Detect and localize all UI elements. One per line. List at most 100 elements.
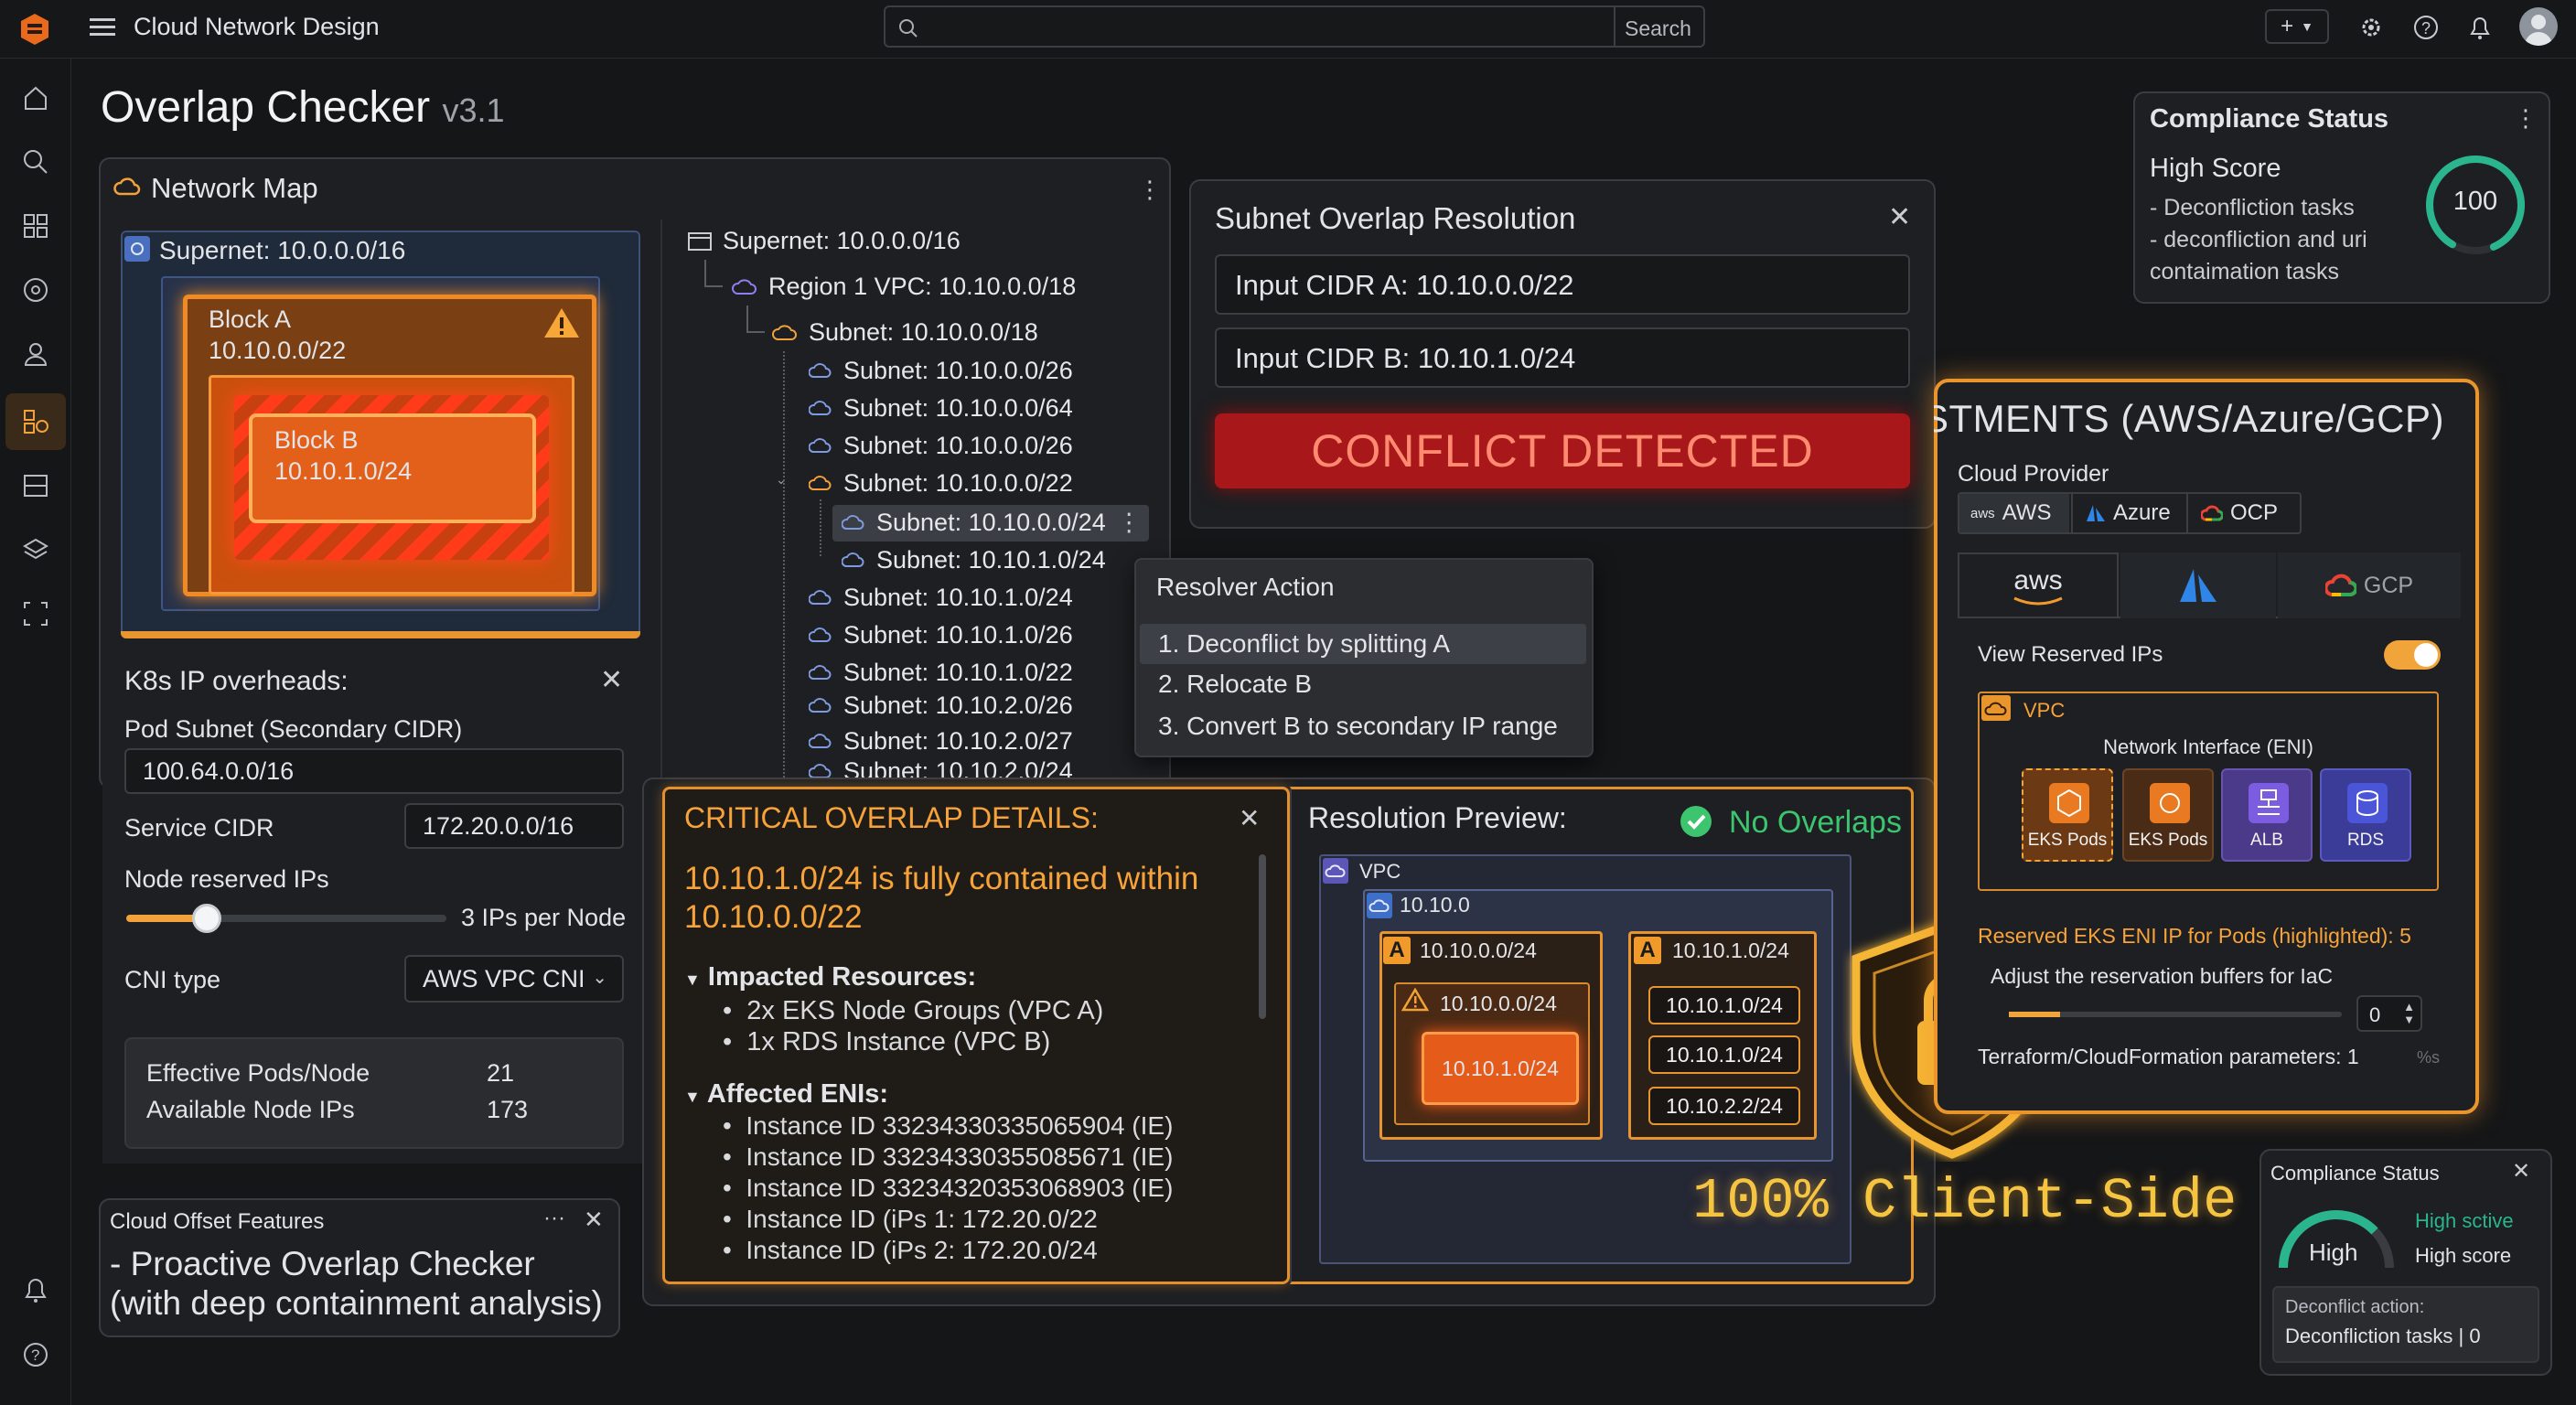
compliance-top-more-icon[interactable]: ⋮ [2514,104,2538,133]
home-icon[interactable] [20,82,51,113]
tab-azure[interactable] [2120,552,2276,618]
critical-scrollbar[interactable] [1259,854,1266,1019]
cidr-a-input[interactable]: Input CIDR A: 10.10.0.0/22 [1215,254,1910,315]
tree-item[interactable]: Subnet: 10.10.0.0/26 [809,428,1073,463]
menu-icon[interactable] [90,16,115,38]
effective-pods-value: 21 [487,1059,515,1087]
eni-alb[interactable]: ALB [2221,768,2313,862]
tree-item-label: Subnet: 10.10.0.0/24 [876,508,1106,536]
compass-icon[interactable] [20,274,51,306]
search-nav-icon[interactable] [20,146,51,177]
tree-item[interactable]: Subnet: 10.10.0.0/26 [809,353,1073,388]
compliance-bottom-close-icon[interactable]: ✕ [2512,1158,2530,1185]
vpc-cloud-icon [1981,695,2011,721]
eni-eks-pods-highlighted[interactable]: EKS Pods [2022,768,2113,862]
tree-item[interactable]: Subnet: 10.10.0.0/64 [809,391,1073,425]
tree-subnet-parent[interactable]: Subnet: 10.10.0.0/18 [772,315,1038,349]
terraform-unit: %s [2417,1048,2441,1067]
service-cidr-input[interactable]: 172.20.0.0/16 [404,803,624,849]
preview-left-badge: A [1383,937,1411,964]
eni-item-text: Instance ID 33234330335065904 (IE) [746,1111,1174,1140]
tab-aws[interactable]: aws [1958,552,2119,618]
enis-list: • Instance ID 33234330335065904 (IE) • I… [723,1110,1173,1266]
resolution-close-icon[interactable]: ✕ [1888,201,1911,233]
node-reserved-slider[interactable] [126,904,446,933]
help-icon[interactable]: ? [2413,15,2439,40]
network-map-more-icon[interactable]: ⋮ [1138,176,1162,204]
layers-icon[interactable] [20,534,51,565]
avatar[interactable] [2519,7,2558,46]
subnet-icon [809,696,832,714]
block-a-name: Block A [209,306,292,333]
scan-icon[interactable] [20,598,51,629]
resolver-option-secondary[interactable]: 3. Convert B to secondary IP range [1158,712,1558,741]
preview-right-item[interactable]: 10.10.1.0/24 [1648,986,1800,1024]
tree-root[interactable]: Supernet: 10.0.0.0/16 [688,223,961,258]
preview-right-item[interactable]: 10.10.2.2/24 [1648,1087,1800,1125]
eni-label: RDS [2346,831,2385,850]
gear-icon[interactable] [2358,15,2384,40]
tree-item[interactable]: Subnet: 10.10.1.0/26 [809,617,1073,652]
deconflict-value: Deconfliction tasks | 0 [2285,1325,2481,1347]
dashboard-icon[interactable] [20,210,51,241]
eni-label: ALB [2250,831,2283,850]
stepper-arrows-icon[interactable]: ▲ ▼ [2403,1001,2415,1026]
impacted-list: • 2x EKS Node Groups (VPC A) • 1x RDS In… [723,995,1103,1057]
add-dropdown-button[interactable]: + ▼ [2265,9,2329,44]
k8s-close-icon[interactable]: ✕ [600,664,623,696]
subnet-icon [809,732,832,750]
eni-eks-pods[interactable]: EKS Pods [2122,768,2214,862]
chevron-down-icon: ⌄ [592,968,607,988]
offset-more-icon[interactable]: ··· [543,1206,565,1231]
tab-gcp[interactable]: GCP [2278,552,2461,618]
preview-right-header: 10.10.1.0/24 [1672,938,1789,962]
network-icon[interactable] [20,406,51,437]
resolver-title: Resolver Action [1156,573,1335,601]
help-nav-icon[interactable]: ? [20,1339,51,1370]
resolver-option-split[interactable]: 1. Deconflict by splitting A [1158,629,1450,659]
compliance-bottom-title: Compliance Status [2270,1162,2440,1185]
app-logo[interactable] [16,11,53,48]
tree-item[interactable]: Subnet: 10.10.2.0/26 [809,688,1073,723]
critical-close-icon[interactable]: ✕ [1239,803,1260,833]
server-icon[interactable] [20,470,51,501]
bell-icon[interactable] [2468,15,2492,40]
tree-item[interactable]: Subnet: 10.10.1.0/24 [809,580,1073,615]
provider-ocp[interactable]: OCP [2186,494,2300,532]
chevron-down-icon[interactable]: ⌄ [776,472,787,488]
eni-item: • Instance ID 33234330355085671 (IE) [723,1142,1174,1171]
preview-right-item[interactable]: 10.10.1.0/24 [1648,1035,1800,1074]
notification-icon[interactable] [20,1275,51,1306]
cloud-region-icon [732,276,757,296]
tree-item[interactable]: Subnet: 10.10.1.0/22 [809,655,1073,690]
search-input[interactable]: Search [884,5,1705,48]
impacted-item: • 1x RDS Instance (VPC B) [723,1027,1051,1056]
user-icon[interactable] [20,338,51,370]
cidr-b-input[interactable]: Input CIDR B: 10.10.1.0/24 [1215,327,1910,388]
tree-region[interactable]: Region 1 VPC: 10.10.0.0/18 [732,269,1076,304]
eni-item-text: Instance ID (iPs 2: 172.20.0/24 [746,1236,1098,1264]
slider-thumb[interactable] [191,904,221,933]
subnet-icon [842,551,865,569]
tree-item[interactable]: Subnet: 10.10.2.0/27 [809,724,1073,758]
pod-subnet-input[interactable]: 100.64.0.0/16 [124,748,624,794]
resolver-option-relocate[interactable]: 2. Relocate B [1158,670,1312,699]
preview-vpc-label: VPC [1359,860,1401,883]
tree-item-more-icon[interactable]: ⋮ [1117,509,1142,537]
available-ips-value: 173 [487,1096,529,1123]
offset-close-icon[interactable]: ✕ [584,1206,604,1234]
buffer-stepper[interactable]: 0 ▲ ▼ [2356,995,2422,1032]
eni-rds[interactable]: RDS [2320,768,2411,862]
tree-item[interactable]: Subnet: 10.10.1.0/24 [842,542,1106,577]
buffer-slider[interactable] [2009,1012,2342,1017]
folder-icon [688,231,712,251]
eks-icon [2150,783,2190,823]
tree-item[interactable]: Subnet: 10.10.0.0/22 [809,466,1073,500]
view-reserved-toggle[interactable] [2384,640,2441,670]
search-icon [898,18,918,38]
tree-item-selected[interactable]: Subnet: 10.10.0.0/24 ⋮ [842,505,1142,540]
provider-aws[interactable]: aws AWS [1959,494,2069,532]
provider-azure[interactable]: Azure [2071,494,2184,532]
cni-select[interactable]: AWS VPC CNI ⌄ [404,955,624,1003]
enis-title-text: Affected ENIs: [706,1079,889,1109]
